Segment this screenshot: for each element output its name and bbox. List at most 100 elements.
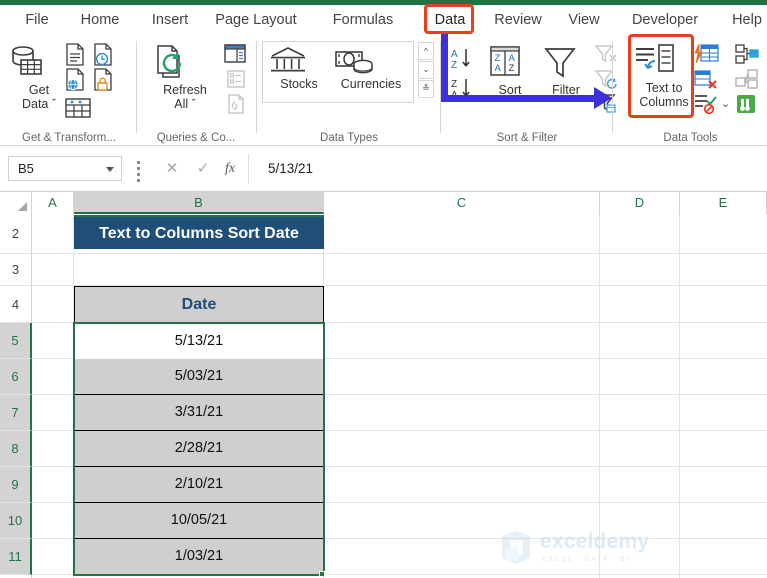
edit-links-icon[interactable] [225, 93, 247, 115]
gallery-scroll-up-button[interactable]: ^ [418, 42, 434, 60]
refresh-all-label-line2: All ˇ [174, 97, 196, 111]
table-row[interactable]: 5/03/21 [74, 359, 324, 395]
refresh-all-button[interactable]: Refresh All ˇ [150, 43, 220, 111]
get-data-button[interactable]: Get Data ˇ [8, 43, 70, 111]
row-header-4[interactable]: 4 [0, 286, 32, 323]
ribbon-tab-strip: File Home Insert Page Layout Formulas Da… [0, 5, 767, 35]
manage-data-model-icon[interactable] [734, 93, 760, 115]
column-header-b[interactable]: B [74, 192, 324, 214]
queries-pane-icon[interactable] [223, 43, 247, 65]
row-header-10[interactable]: 10 [0, 503, 32, 539]
row-header-6[interactable]: 6 [0, 359, 32, 395]
column-header-c[interactable]: C [324, 192, 600, 214]
cancel-entry-button[interactable]: ✕ [157, 156, 187, 181]
existing-connections-icon[interactable] [92, 68, 114, 92]
ribbon-separator-4 [612, 41, 613, 133]
confirm-entry-button[interactable]: ✓ [188, 156, 218, 181]
tab-help[interactable]: Help [728, 5, 766, 35]
tab-insert[interactable]: Insert [143, 5, 197, 35]
worksheet-grid: A B C D E 2 3 4 5 6 7 8 9 10 11 Text to … [0, 192, 767, 578]
tab-formulas[interactable]: Formulas [324, 5, 402, 35]
group-label-data-types: Data Types [320, 132, 378, 144]
name-box[interactable]: B5 [8, 156, 122, 181]
svg-text:Z: Z [451, 79, 457, 90]
table-row[interactable]: 10/05/21 [74, 503, 324, 539]
column-header-row: A B C D E [0, 192, 767, 214]
tab-home[interactable]: Home [72, 5, 128, 35]
text-to-columns-label-line2: Columns [639, 95, 689, 109]
currencies-button[interactable]: Currencies [332, 45, 410, 91]
group-data-types: Stocks Currencies ^ ⌄ ≚ Data Types [258, 35, 440, 146]
stocks-button[interactable]: Stocks [268, 45, 330, 91]
tab-developer[interactable]: Developer [624, 5, 706, 35]
sort-ascending-button[interactable]: A Z [450, 47, 480, 71]
svg-text:Z: Z [451, 60, 457, 71]
currency-icon [332, 45, 410, 77]
table-row[interactable]: 5/13/21 [74, 323, 324, 359]
formula-bar-row: B5 ✕ ✓ fx 5/13/21 [0, 146, 767, 192]
group-sort-and-filter: A Z Z A Z [442, 35, 617, 146]
recent-sources-icon[interactable] [92, 43, 114, 67]
data-validation-icon[interactable] [693, 93, 719, 115]
selection-fill-handle[interactable] [319, 571, 325, 577]
table-header-cell-date[interactable]: Date [74, 286, 324, 323]
row-header-7[interactable]: 7 [0, 395, 32, 431]
insert-function-button[interactable]: fx [215, 156, 245, 181]
currencies-label: Currencies [340, 77, 402, 91]
row-header-3[interactable]: 3 [0, 254, 32, 286]
group-label-get-transform: Get & Transform... [22, 132, 116, 144]
row-header-5[interactable]: 5 [0, 323, 32, 359]
get-data-label-line2: Data ˇ [21, 97, 57, 111]
table-row[interactable]: 2/10/21 [74, 467, 324, 503]
select-all-corner-button[interactable] [0, 192, 32, 214]
refresh-all-label-line1: Refresh [163, 83, 207, 97]
group-label-data-tools: Data Tools [663, 132, 718, 144]
text-to-columns-label-line1: Text to [645, 81, 683, 95]
bank-icon [268, 45, 330, 77]
consolidate-icon[interactable] [734, 43, 760, 65]
from-text-csv-icon[interactable] [64, 43, 86, 67]
name-box-chevron-down-icon[interactable] [106, 167, 114, 172]
from-web-icon[interactable] [64, 68, 86, 92]
sort-button[interactable]: Z A A Z Sort [486, 43, 534, 97]
row-header-2[interactable]: 2 [0, 214, 32, 254]
tab-review[interactable]: Review [490, 5, 546, 35]
formula-bar-handle[interactable] [137, 161, 140, 182]
title-cell-b2[interactable]: Text to Columns Sort Date [74, 215, 324, 249]
column-header-a[interactable]: A [32, 192, 74, 214]
formula-input[interactable]: 5/13/21 [256, 156, 761, 181]
column-header-d[interactable]: D [600, 192, 680, 214]
group-get-and-transform: Get Data ˇ Get & Transform... [0, 35, 138, 146]
gallery-expand-button[interactable]: ≚ [418, 80, 434, 98]
table-row[interactable]: 1/03/21 [74, 539, 324, 575]
filter-button[interactable]: Filter [540, 43, 592, 97]
group-queries-and-connections: Refresh All ˇ Queries & Co... [138, 35, 254, 146]
from-table-range-icon[interactable] [64, 97, 92, 119]
svg-text:Z: Z [509, 63, 515, 74]
table-row[interactable]: 3/31/21 [74, 395, 324, 431]
gallery-scroll-down-button[interactable]: ⌄ [418, 61, 434, 79]
annotation-arrow-horizontal [441, 95, 596, 102]
text-to-columns-icon [632, 43, 696, 81]
get-data-icon [8, 43, 70, 83]
column-header-e[interactable]: E [680, 192, 767, 214]
row-header-8[interactable]: 8 [0, 431, 32, 467]
tab-page-layout[interactable]: Page Layout [210, 5, 302, 35]
tab-file[interactable]: File [16, 5, 58, 35]
funnel-icon [540, 43, 592, 83]
flash-fill-icon[interactable] [693, 43, 719, 65]
remove-duplicates-icon[interactable] [693, 68, 719, 90]
ribbon-separator-1 [136, 41, 137, 133]
tab-view[interactable]: View [562, 5, 606, 35]
formula-bar-divider [248, 154, 249, 184]
table-row[interactable]: 2/28/21 [74, 431, 324, 467]
text-to-columns-button[interactable]: Text to Columns [632, 43, 696, 109]
relationships-icon[interactable] [734, 68, 760, 90]
row-header-9[interactable]: 9 [0, 467, 32, 503]
data-validation-dropdown-icon[interactable]: ⌄ [721, 97, 730, 110]
ribbon-body: Get Data ˇ Get & Transform... Refresh Al… [0, 35, 767, 146]
properties-icon[interactable] [225, 69, 247, 89]
row-header-11[interactable]: 11 [0, 539, 32, 575]
tab-data[interactable]: Data [428, 5, 472, 35]
excel-window: File Home Insert Page Layout Formulas Da… [0, 0, 767, 578]
